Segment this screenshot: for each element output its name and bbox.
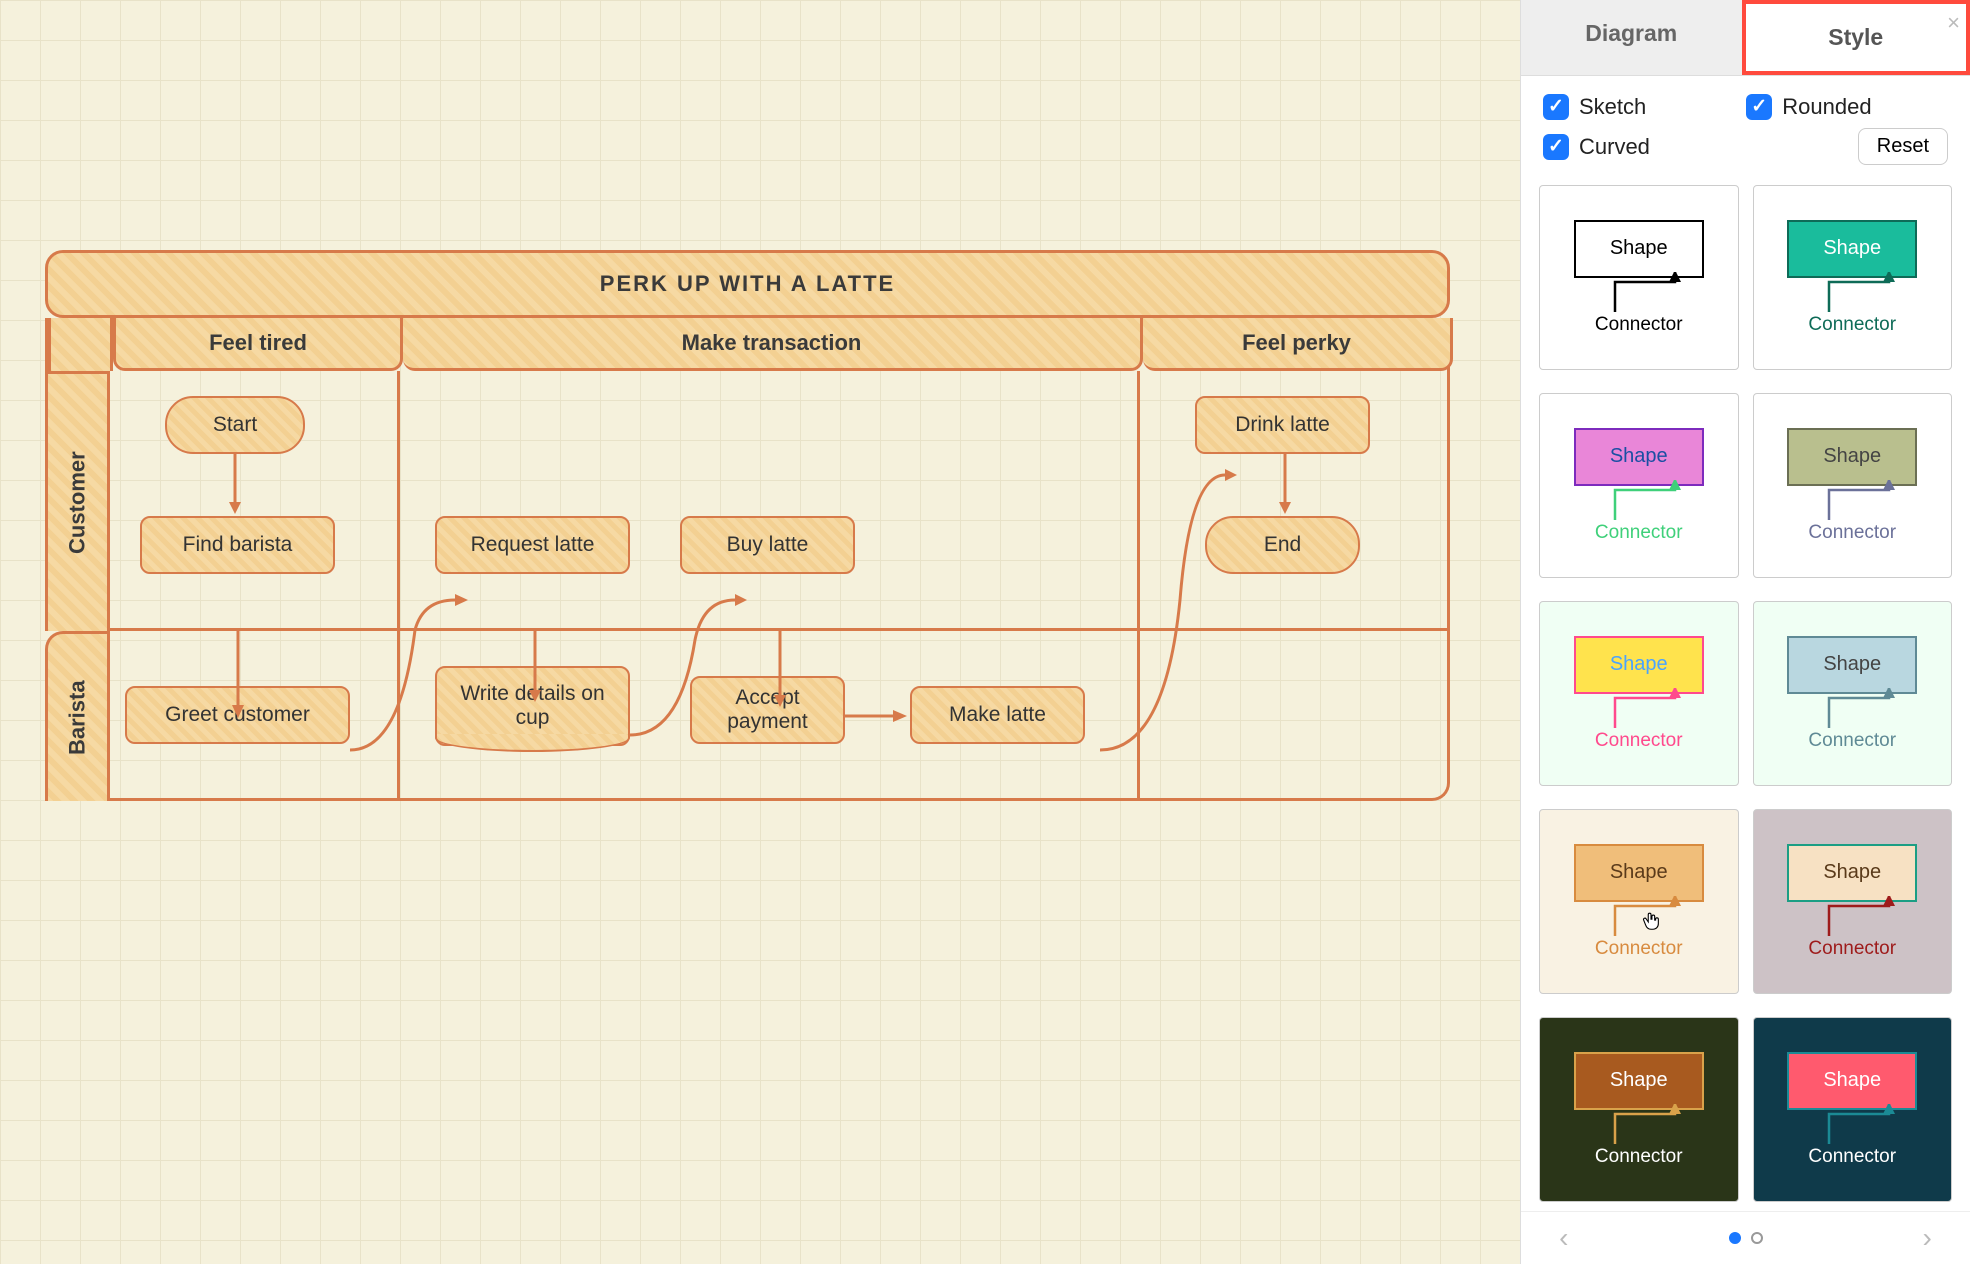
lane-cell[interactable]: Drink latte End bbox=[1140, 371, 1450, 631]
swatch-connector-preview bbox=[1809, 1104, 1904, 1152]
node-write-details[interactable]: Write details on cup bbox=[435, 666, 630, 746]
swatch-connector-preview bbox=[1809, 896, 1904, 944]
swatch-shape-preview: Shape bbox=[1574, 220, 1704, 278]
swatch-shape-preview: Shape bbox=[1787, 1052, 1917, 1110]
swatch-shape-preview: Shape bbox=[1787, 220, 1917, 278]
chevron-right-icon[interactable]: › bbox=[1923, 1222, 1932, 1254]
lane-label-customer: Customer bbox=[45, 371, 110, 631]
node-find-barista[interactable]: Find barista bbox=[140, 516, 335, 574]
column-header-make-transaction: Make transaction bbox=[403, 318, 1143, 371]
swatch-shape-preview: Shape bbox=[1787, 844, 1917, 902]
swatch-connector-preview bbox=[1595, 272, 1690, 320]
style-swatch[interactable]: ShapeConnector bbox=[1539, 809, 1739, 994]
swatch-connector-preview bbox=[1809, 688, 1904, 736]
diagram-title: PERK UP WITH A LATTE bbox=[45, 250, 1450, 318]
swatch-shape-preview: Shape bbox=[1787, 636, 1917, 694]
pager-dot[interactable] bbox=[1751, 1232, 1763, 1244]
node-make-latte[interactable]: Make latte bbox=[910, 686, 1085, 744]
swatch-shape-preview: Shape bbox=[1574, 844, 1704, 902]
style-swatch[interactable]: ShapeConnector bbox=[1753, 1017, 1953, 1202]
node-buy-latte[interactable]: Buy latte bbox=[680, 516, 855, 574]
style-swatch[interactable]: ShapeConnector bbox=[1539, 601, 1739, 786]
style-swatch[interactable]: ShapeConnector bbox=[1539, 393, 1739, 578]
swatch-connector-preview bbox=[1595, 896, 1690, 944]
swatch-connector-preview bbox=[1595, 480, 1690, 528]
tab-diagram[interactable]: Diagram bbox=[1521, 0, 1742, 75]
swatch-pager: ‹ › bbox=[1521, 1211, 1970, 1264]
lane-cell[interactable] bbox=[1140, 631, 1450, 801]
node-drink-latte[interactable]: Drink latte bbox=[1195, 396, 1370, 454]
chevron-left-icon[interactable]: ‹ bbox=[1559, 1222, 1568, 1254]
tab-style[interactable]: Style bbox=[1742, 0, 1970, 75]
lane-label-barista: Barista bbox=[45, 631, 110, 801]
node-request-latte[interactable]: Request latte bbox=[435, 516, 630, 574]
swatch-connector-preview bbox=[1809, 480, 1904, 528]
format-panel: Diagram Style × Sketch Rounded Curved Re… bbox=[1520, 0, 1970, 1264]
swatch-connector-preview bbox=[1595, 1104, 1690, 1152]
swatch-shape-preview: Shape bbox=[1574, 1052, 1704, 1110]
checkbox-label: Curved bbox=[1579, 134, 1650, 160]
close-icon[interactable]: × bbox=[1947, 10, 1960, 36]
style-swatch[interactable]: ShapeConnector bbox=[1753, 185, 1953, 370]
node-greet-customer[interactable]: Greet customer bbox=[125, 686, 350, 744]
swimlane-diagram: PERK UP WITH A LATTE Feel tired Make tra… bbox=[45, 250, 1450, 801]
checkmark-icon bbox=[1746, 94, 1772, 120]
style-swatch-grid: ShapeConnectorShapeConnectorShapeConnect… bbox=[1521, 173, 1970, 1211]
node-accept-payment[interactable]: Accept payment bbox=[690, 676, 845, 744]
panel-tabs: Diagram Style × bbox=[1521, 0, 1970, 76]
style-swatch[interactable]: ShapeConnector bbox=[1539, 1017, 1739, 1202]
checkbox-label: Sketch bbox=[1579, 94, 1646, 120]
style-swatch[interactable]: ShapeConnector bbox=[1753, 393, 1953, 578]
checkbox-curved[interactable]: Curved bbox=[1543, 128, 1650, 165]
diagram-canvas[interactable]: PERK UP WITH A LATTE Feel tired Make tra… bbox=[0, 0, 1520, 1264]
checkmark-icon bbox=[1543, 134, 1569, 160]
lane-cell[interactable]: Request latte Buy latte bbox=[400, 371, 1140, 631]
lane-cell[interactable]: Greet customer bbox=[110, 631, 400, 801]
style-swatch[interactable]: ShapeConnector bbox=[1753, 601, 1953, 786]
swatch-shape-preview: Shape bbox=[1574, 636, 1704, 694]
lane-cell[interactable]: Start Find barista bbox=[110, 371, 400, 631]
checkbox-sketch[interactable]: Sketch bbox=[1543, 94, 1646, 120]
swimlane-corner bbox=[48, 318, 113, 371]
lane-cell[interactable]: Write details on cup Accept payment Make… bbox=[400, 631, 1140, 801]
checkmark-icon bbox=[1543, 94, 1569, 120]
swatch-connector-preview bbox=[1809, 272, 1904, 320]
node-end[interactable]: End bbox=[1205, 516, 1360, 574]
swatch-shape-preview: Shape bbox=[1574, 428, 1704, 486]
node-start[interactable]: Start bbox=[165, 396, 305, 454]
checkbox-label: Rounded bbox=[1782, 94, 1871, 120]
style-swatch[interactable]: ShapeConnector bbox=[1753, 809, 1953, 994]
swatch-shape-preview: Shape bbox=[1787, 428, 1917, 486]
checkbox-rounded[interactable]: Rounded bbox=[1746, 94, 1871, 120]
style-swatch[interactable]: ShapeConnector bbox=[1539, 185, 1739, 370]
column-header-feel-perky: Feel perky bbox=[1143, 318, 1453, 371]
pager-dot[interactable] bbox=[1729, 1232, 1741, 1244]
column-header-feel-tired: Feel tired bbox=[113, 318, 403, 371]
reset-button[interactable]: Reset bbox=[1858, 128, 1948, 165]
swatch-connector-preview bbox=[1595, 688, 1690, 736]
